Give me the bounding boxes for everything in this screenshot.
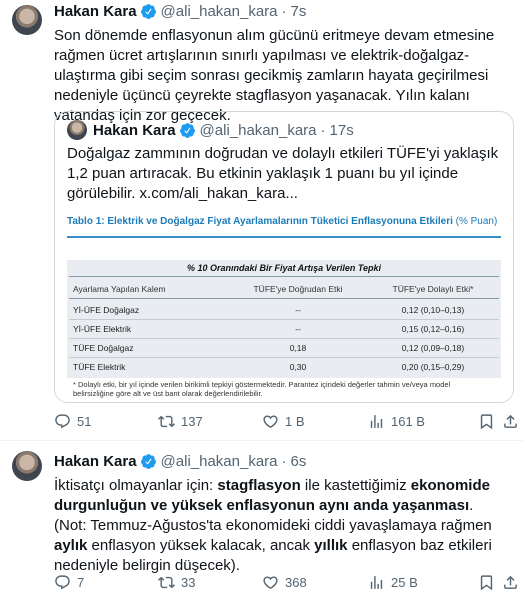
reply-count: 51: [77, 414, 92, 429]
author-name[interactable]: Hakan Kara: [54, 3, 137, 20]
avatar[interactable]: [12, 5, 42, 35]
like-count: 1 B: [285, 414, 305, 429]
tweet-actions: 51 137 1 B 161 B: [54, 413, 517, 433]
text-segment: enflasyon yüksek kalacak, ancak: [87, 537, 315, 554]
table-cell: --: [295, 305, 301, 315]
tweet-actions: 7 33 368 25 B: [54, 574, 517, 594]
table-cell: Yİ-ÜFE Elektrik: [73, 324, 132, 334]
table-cell: --: [295, 324, 301, 334]
author-name[interactable]: Hakan Kara: [54, 453, 137, 470]
avatar[interactable]: [12, 451, 42, 481]
separator-dot: ·: [281, 3, 287, 20]
quoted-timestamp: 17s: [329, 121, 354, 139]
author-handle[interactable]: @ali_hakan_kara: [161, 453, 278, 470]
bookmark-icon: [480, 575, 493, 591]
retweet-button[interactable]: 137: [158, 413, 203, 430]
table-cell: TÜFE Doğalgaz: [73, 343, 134, 353]
table-cell: 0,15 (0,12–0,16): [401, 324, 465, 334]
table-row: Yİ-ÜFE Elektrik -- 0,15 (0,12–0,16): [73, 320, 495, 338]
quoted-author-handle: @ali_hakan_kara: [199, 121, 317, 139]
table-row: TÜFE Elektrik 0,30 0,20 (0,15–0,29): [73, 358, 495, 376]
like-icon: [263, 576, 278, 589]
quoted-tweet-header: Hakan Kara @ali_hakan_kara · 17s: [67, 120, 354, 140]
reply-button[interactable]: 51: [54, 413, 91, 430]
retweet-count: 137: [181, 414, 203, 429]
table-row: Yİ-ÜFE Doğalgaz -- 0,12 (0,10–0,13): [73, 301, 495, 319]
quoted-tweet[interactable]: Hakan Kara @ali_hakan_kara · 17s Doğalga…: [54, 111, 514, 403]
table-cell: 0,12 (0,09–0,18): [401, 343, 465, 353]
separator-dot: ·: [320, 121, 326, 139]
table-cell: Yİ-ÜFE Doğalgaz: [73, 305, 140, 315]
table-divider: [69, 276, 499, 277]
table-image[interactable]: Tablo 1: Elektrik ve Doğalgaz Fiyat Ayar…: [55, 208, 513, 402]
author-handle[interactable]: @ali_hakan_kara: [161, 3, 278, 20]
table-title-text: Tablo 1: Elektrik ve Doğalgaz Fiyat Ayar…: [67, 216, 453, 227]
table-header-row: Ayarlama Yapılan Kalem TÜFE'ye Doğrudan …: [73, 280, 495, 298]
table-row: TÜFE Doğalgaz 0,18 0,12 (0,09–0,18): [73, 339, 495, 357]
timestamp[interactable]: 6s: [291, 453, 307, 470]
table-cell: 0,12 (0,10–0,13): [401, 305, 465, 315]
reply-icon: [55, 575, 70, 590]
text-bold-segment: stagflasyon: [217, 477, 301, 494]
views-count: 161 B: [391, 414, 425, 429]
text-segment: .: [469, 497, 474, 514]
like-icon: [263, 415, 278, 428]
views-button[interactable]: 161 B: [368, 413, 425, 430]
reply-count: 7: [77, 575, 85, 590]
table-footnote: * Dolaylı etki, bir yıl içinde verilen b…: [73, 380, 451, 398]
quoted-avatar: [67, 120, 87, 140]
text-bold-segment: aylık: [54, 537, 88, 554]
table-header-cell: TÜFE'ye Dolaylı Etki*: [392, 284, 474, 294]
table-subtitle: % 10 Oranındaki Bir Fiyat Artışa Verilen…: [186, 263, 382, 273]
text-segment: İktisatçı olmayanlar için:: [54, 477, 218, 494]
text-segment: (Not: Temmuz-Ağustos'ta ekonomideki cidd…: [54, 517, 492, 534]
views-button[interactable]: 25 B: [368, 574, 418, 591]
share-icon: [504, 414, 517, 428]
table-cell: 0,18: [289, 343, 307, 353]
like-button[interactable]: 1 B: [262, 413, 305, 430]
retweet-icon: [158, 576, 175, 589]
text-segment: ile kastettiğimiz: [300, 477, 411, 494]
timestamp[interactable]: 7s: [291, 3, 307, 20]
tweet-text: İktisatçı olmayanlar için: stagflasyon i…: [54, 476, 509, 576]
table-title: Tablo 1: Elektrik ve Doğalgaz Fiyat Ayar…: [67, 216, 497, 227]
table-cell: 0,30: [289, 362, 307, 372]
verified-badge-icon: [179, 122, 195, 138]
tweet[interactable]: Hakan Kara @ali_hakan_kara · 7s Son döne…: [0, 0, 523, 441]
like-count: 368: [285, 575, 307, 590]
table-header-cell: Ayarlama Yapılan Kalem: [73, 284, 166, 294]
like-button[interactable]: 368: [262, 574, 307, 591]
table-header-cell: TÜFE'ye Doğrudan Etki: [253, 284, 343, 294]
views-icon: [370, 576, 383, 589]
reply-button[interactable]: 7: [54, 574, 84, 591]
tweet-header: Hakan Kara @ali_hakan_kara · 7s: [54, 3, 306, 20]
bookmark-icon: [480, 414, 493, 430]
retweet-count: 33: [181, 575, 196, 590]
separator-dot: ·: [281, 453, 287, 470]
table-cell: 0,20 (0,15–0,29): [401, 362, 465, 372]
share-button[interactable]: [502, 574, 519, 591]
bookmark-button[interactable]: [478, 574, 495, 591]
tweet-header: Hakan Kara @ali_hakan_kara · 6s: [54, 453, 306, 470]
table-divider: [69, 298, 499, 299]
share-button[interactable]: [502, 413, 519, 430]
reply-icon: [55, 414, 70, 429]
text-bold-segment: yıllık: [314, 537, 348, 554]
verified-badge-icon: [140, 454, 156, 469]
quoted-tweet-text: Doğalgaz zammının doğrudan ve dolaylı et…: [67, 145, 499, 202]
quoted-author-name: Hakan Kara: [93, 121, 176, 139]
views-count: 25 B: [391, 575, 418, 590]
views-icon: [370, 415, 383, 428]
retweet-icon: [158, 415, 175, 428]
retweet-button[interactable]: 33: [158, 574, 195, 591]
table-divider: [67, 236, 501, 238]
share-icon: [504, 575, 517, 589]
table-unit: (% Puan): [455, 216, 498, 227]
tweet[interactable]: Hakan Kara @ali_hakan_kara · 6s İktisatç…: [0, 441, 523, 603]
verified-badge-icon: [140, 4, 156, 19]
bookmark-button[interactable]: [478, 413, 495, 430]
table-cell: TÜFE Elektrik: [73, 362, 126, 372]
